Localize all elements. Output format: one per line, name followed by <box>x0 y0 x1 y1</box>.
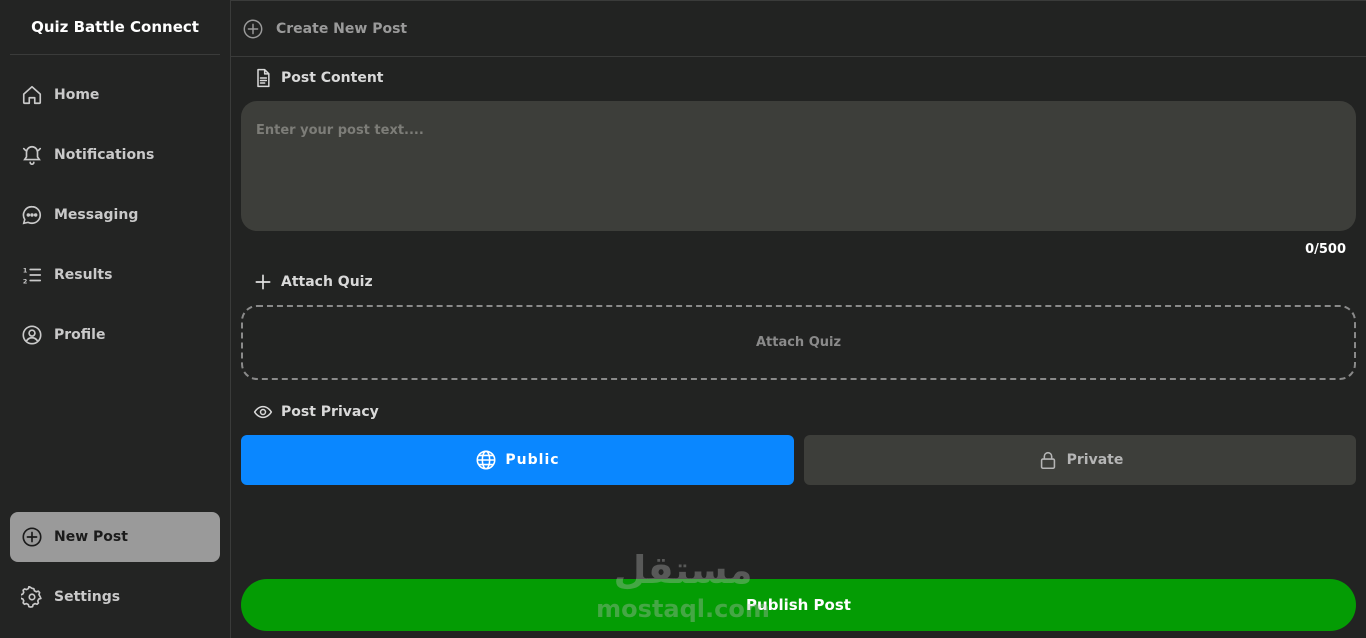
sidebar-item-label: New Post <box>54 529 128 545</box>
attach-quiz-label: Attach Quiz <box>253 272 373 292</box>
gear-icon <box>20 585 44 609</box>
sidebar-item-label: Profile <box>54 327 106 343</box>
sidebar: Quiz Battle Connect Home Notifications M… <box>0 0 231 638</box>
privacy-option-label: Public <box>505 452 560 468</box>
main-content: Create New Post Post Content 0/500 Attac… <box>231 0 1366 638</box>
app-brand: Quiz Battle Connect <box>10 0 220 55</box>
section-title: Post Content <box>281 70 384 86</box>
post-content-label: Post Content <box>253 68 383 88</box>
chat-icon <box>20 203 44 227</box>
attach-quiz-dropzone-label: Attach Quiz <box>755 335 842 350</box>
publish-post-button[interactable]: Publish Post <box>241 579 1356 631</box>
sidebar-item-label: Home <box>54 87 100 103</box>
sidebar-item-notifications[interactable]: Notifications <box>10 130 220 180</box>
sidebar-item-label: Messaging <box>54 207 139 223</box>
publish-post-label: Publish Post <box>746 596 851 614</box>
sidebar-item-profile[interactable]: Profile <box>10 310 220 360</box>
plus-circle-icon <box>242 18 264 40</box>
user-circle-icon <box>20 323 44 347</box>
eye-icon <box>253 402 273 422</box>
bell-icon <box>20 143 44 167</box>
page-header: Create New Post <box>231 0 1366 57</box>
sidebar-item-new-post[interactable]: New Post <box>10 512 220 562</box>
sidebar-item-messaging[interactable]: Messaging <box>10 190 220 240</box>
svg-text:2: 2 <box>23 277 27 285</box>
document-icon <box>253 68 273 88</box>
sidebar-item-home[interactable]: Home <box>10 70 220 120</box>
privacy-private-button[interactable]: Private <box>804 435 1356 485</box>
attach-quiz-dropzone[interactable]: Attach Quiz <box>241 305 1356 380</box>
home-icon <box>20 83 44 107</box>
sidebar-item-settings[interactable]: Settings <box>10 572 220 622</box>
post-privacy-label: Post Privacy <box>253 402 379 422</box>
privacy-option-label: Private <box>1066 452 1124 468</box>
lock-icon <box>1037 449 1059 471</box>
plus-circle-icon <box>20 525 44 549</box>
app-root: Quiz Battle Connect Home Notifications M… <box>0 0 1366 638</box>
list-ordered-icon: 12 <box>20 263 44 287</box>
section-title: Attach Quiz <box>281 274 373 290</box>
character-counter: 0/500 <box>1305 242 1346 257</box>
sidebar-item-label: Results <box>54 267 113 283</box>
sidebar-item-label: Settings <box>54 589 121 605</box>
privacy-public-button[interactable]: Public <box>241 435 794 485</box>
post-text-input[interactable] <box>241 101 1356 231</box>
page-title: Create New Post <box>276 20 408 37</box>
sidebar-item-results[interactable]: 12 Results <box>10 250 220 300</box>
globe-icon <box>475 449 497 471</box>
plus-icon <box>253 272 273 292</box>
section-title: Post Privacy <box>281 404 379 420</box>
sidebar-item-label: Notifications <box>54 147 155 163</box>
svg-text:1: 1 <box>23 266 28 274</box>
